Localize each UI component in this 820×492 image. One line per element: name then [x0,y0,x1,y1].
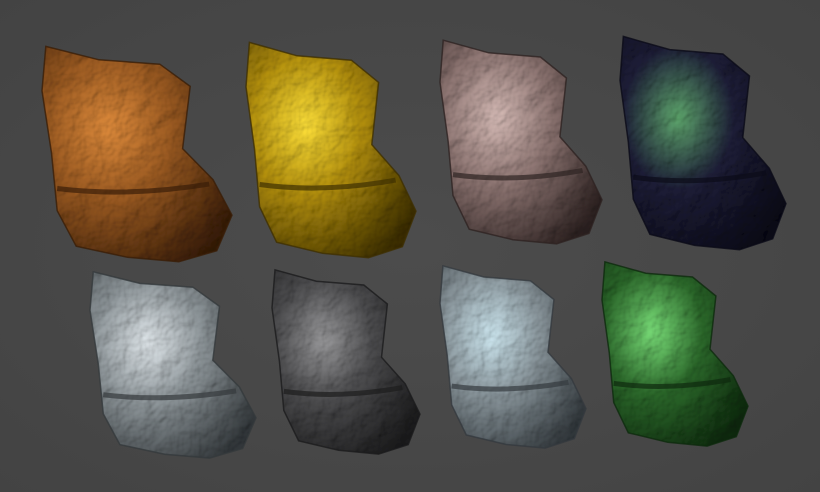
copper-ore-texture [42,46,232,262]
gold-ore-rock [245,41,417,259]
mithril-ore-texture [440,265,586,449]
mithril-ore-rock [439,264,587,449]
rose-stone-ore-rock [439,39,603,245]
dark-emerald-ore-texture [620,36,786,250]
iron-ore-texture [272,269,420,455]
emerald-ore-texture [602,261,748,447]
game-viewport [0,0,820,492]
silver-ore-rock [89,270,257,459]
dark-emerald-ore-rock [619,35,787,251]
iron-ore-rock [271,268,421,455]
copper-ore-rock [41,45,233,263]
gold-ore-texture [246,42,416,258]
emerald-ore-rock [601,260,749,447]
silver-ore-texture [90,271,256,459]
ore-rocks-scene [41,35,787,459]
rose-stone-ore-texture [440,40,602,244]
